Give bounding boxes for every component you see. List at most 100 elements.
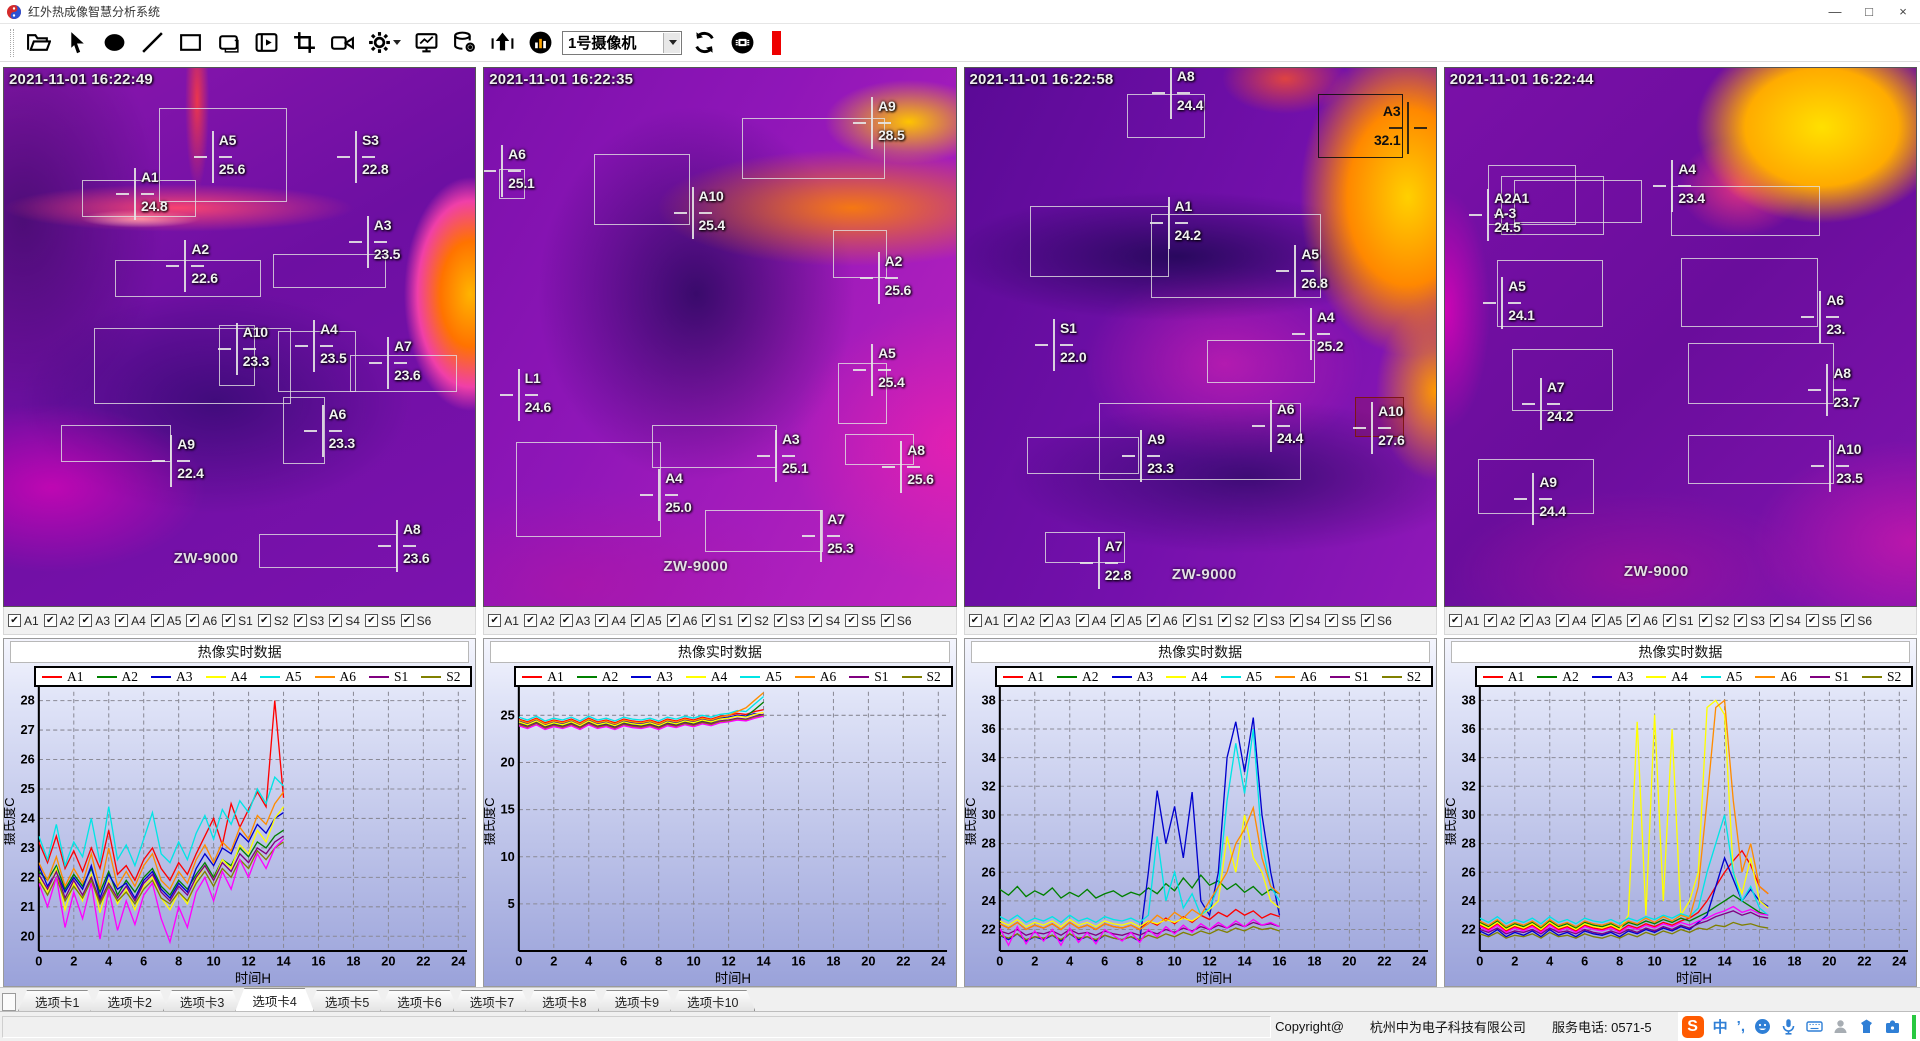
roi-checkbox-a4[interactable]: ✔A4 — [1556, 614, 1587, 628]
punctuation-icon[interactable]: ’, — [1737, 1018, 1745, 1035]
tab-scroll-stub[interactable] — [2, 993, 16, 1011]
roi-checkbox-s3[interactable]: ✔S3 — [1734, 614, 1765, 628]
refresh-button[interactable] — [688, 27, 720, 59]
select-cursor-button[interactable] — [60, 27, 92, 59]
roi-checkbox-a4[interactable]: ✔A4 — [1076, 614, 1107, 628]
roi-checkbox-s4[interactable]: ✔S4 — [809, 614, 840, 628]
tab-9[interactable]: 选项卡9 — [598, 990, 676, 1011]
toolbox-icon[interactable] — [1884, 1018, 1901, 1035]
roi-checkbox-s1[interactable]: ✔S1 — [1183, 614, 1214, 628]
chinese-input-icon[interactable]: 中 — [1713, 1016, 1728, 1037]
emoji-icon[interactable] — [1754, 1018, 1771, 1035]
export-upload-button[interactable] — [486, 27, 518, 59]
roi-checkbox-a1[interactable]: ✔A1 — [488, 614, 519, 628]
profile-icon[interactable] — [1832, 1018, 1849, 1035]
roi-checkbox-a3[interactable]: ✔A3 — [1520, 614, 1551, 628]
maximize-button[interactable]: □ — [1852, 1, 1886, 23]
roi-checkbox-s5[interactable]: ✔S5 — [1806, 614, 1837, 628]
roi-checkbox-s2[interactable]: ✔S2 — [1699, 614, 1730, 628]
skin-icon[interactable] — [1858, 1018, 1875, 1035]
select-dropdown-button[interactable] — [663, 33, 680, 53]
sogou-logo[interactable]: S — [1682, 1016, 1704, 1038]
video-playback-button[interactable] — [250, 27, 282, 59]
open-file-button[interactable] — [22, 27, 54, 59]
roi-checkbox-a1[interactable]: ✔A1 — [8, 614, 39, 628]
roi-checkbox-a3[interactable]: ✔A3 — [1040, 614, 1071, 628]
title-bar: 红外热成像智慧分析系统 — □ × — [0, 0, 1920, 24]
roi-checkbox-a2[interactable]: ✔A2 — [524, 614, 555, 628]
roi-checkbox-s3[interactable]: ✔S3 — [774, 614, 805, 628]
roi-checkbox-s4[interactable]: ✔S4 — [1290, 614, 1321, 628]
roi-checkbox-a2[interactable]: ✔A2 — [1004, 614, 1035, 628]
roi-checkbox-a6[interactable]: ✔A6 — [667, 614, 698, 628]
measure-region-box — [1688, 435, 1833, 484]
roi-checkbox-s5[interactable]: ✔S5 — [845, 614, 876, 628]
roi-checkbox-s3[interactable]: ✔S3 — [1254, 614, 1285, 628]
device-monitor-button[interactable] — [726, 27, 758, 59]
roi-checkbox-a6[interactable]: ✔A6 — [1627, 614, 1658, 628]
keyboard-icon[interactable] — [1806, 1018, 1823, 1035]
roi-checkbox-a2[interactable]: ✔A2 — [1484, 614, 1515, 628]
roi-checkbox-s2[interactable]: ✔S2 — [738, 614, 769, 628]
tab-1[interactable]: 选项卡1 — [18, 990, 96, 1011]
roi-checkbox-s5[interactable]: ✔S5 — [365, 614, 396, 628]
crop-tool-button[interactable] — [288, 27, 320, 59]
roi-checkbox-a5[interactable]: ✔A5 — [1592, 614, 1623, 628]
roi-checkbox-s2[interactable]: ✔S2 — [258, 614, 289, 628]
svg-text:摄氏度C: 摄氏度C — [484, 797, 497, 845]
draw-region-button[interactable] — [212, 27, 244, 59]
roi-checkbox-a5[interactable]: ✔A5 — [631, 614, 662, 628]
draw-rectangle-button[interactable] — [174, 27, 206, 59]
camera-select[interactable]: 1号摄像机 — [562, 31, 682, 55]
tab-8[interactable]: 选项卡8 — [525, 990, 603, 1011]
roi-checkbox-a4[interactable]: ✔A4 — [595, 614, 626, 628]
roi-checkbox-a3[interactable]: ✔A3 — [79, 614, 110, 628]
roi-checkbox-a6[interactable]: ✔A6 — [1147, 614, 1178, 628]
svg-text:4: 4 — [1546, 953, 1554, 968]
roi-checkbox-s4[interactable]: ✔S4 — [329, 614, 360, 628]
draw-ellipse-button[interactable] — [98, 27, 130, 59]
tab-6[interactable]: 选项卡6 — [380, 990, 458, 1011]
watermark: ZW-9000 — [663, 558, 728, 575]
roi-checkbox-a1[interactable]: ✔A1 — [969, 614, 1000, 628]
roi-checkbox-s6[interactable]: ✔S6 — [1361, 614, 1392, 628]
roi-checkbox-s5[interactable]: ✔S5 — [1325, 614, 1356, 628]
svg-text:24: 24 — [1412, 953, 1427, 968]
tab-3[interactable]: 选项卡3 — [163, 990, 241, 1011]
roi-checkbox-s6[interactable]: ✔S6 — [1841, 614, 1872, 628]
roi-checkbox-s6[interactable]: ✔S6 — [401, 614, 432, 628]
tab-4[interactable]: 选项卡4 — [235, 988, 313, 1011]
microphone-icon[interactable] — [1780, 1018, 1797, 1035]
video-camera-button[interactable] — [326, 27, 358, 59]
roi-checkbox-s6[interactable]: ✔S6 — [881, 614, 912, 628]
svg-text:14: 14 — [757, 953, 772, 968]
tab-2[interactable]: 选项卡2 — [90, 990, 168, 1011]
tab-7[interactable]: 选项卡7 — [453, 990, 531, 1011]
roi-checkbox-s2[interactable]: ✔S2 — [1218, 614, 1249, 628]
line-icon — [140, 30, 165, 55]
close-button[interactable]: × — [1886, 1, 1920, 23]
roi-checkbox-a6[interactable]: ✔A6 — [186, 614, 217, 628]
draw-line-button[interactable] — [136, 27, 168, 59]
statistics-report-button[interactable] — [524, 27, 556, 59]
roi-checkbox-a2[interactable]: ✔A2 — [44, 614, 75, 628]
roi-checkbox-a4[interactable]: ✔A4 — [115, 614, 146, 628]
database-settings-button[interactable] — [448, 27, 480, 59]
roi-checkbox-s1[interactable]: ✔S1 — [222, 614, 253, 628]
tab-5[interactable]: 选项卡5 — [308, 990, 386, 1011]
roi-checkbox-s3[interactable]: ✔S3 — [294, 614, 325, 628]
svg-text:10: 10 — [1647, 953, 1661, 968]
svg-text:24: 24 — [1461, 893, 1476, 908]
roi-checkbox-a5[interactable]: ✔A5 — [1111, 614, 1142, 628]
roi-checkbox-s4[interactable]: ✔S4 — [1770, 614, 1801, 628]
tab-10[interactable]: 选项卡10 — [670, 990, 755, 1011]
roi-checkbox-a1[interactable]: ✔A1 — [1449, 614, 1480, 628]
roi-checkbox-s1[interactable]: ✔S1 — [702, 614, 733, 628]
watermark: ZW-9000 — [1172, 566, 1237, 583]
minimize-button[interactable]: — — [1818, 1, 1852, 23]
roi-checkbox-a5[interactable]: ✔A5 — [151, 614, 182, 628]
display-analysis-button[interactable] — [410, 27, 442, 59]
roi-checkbox-a3[interactable]: ✔A3 — [560, 614, 591, 628]
roi-checkbox-s1[interactable]: ✔S1 — [1663, 614, 1694, 628]
settings-gear-button[interactable] — [364, 27, 404, 59]
